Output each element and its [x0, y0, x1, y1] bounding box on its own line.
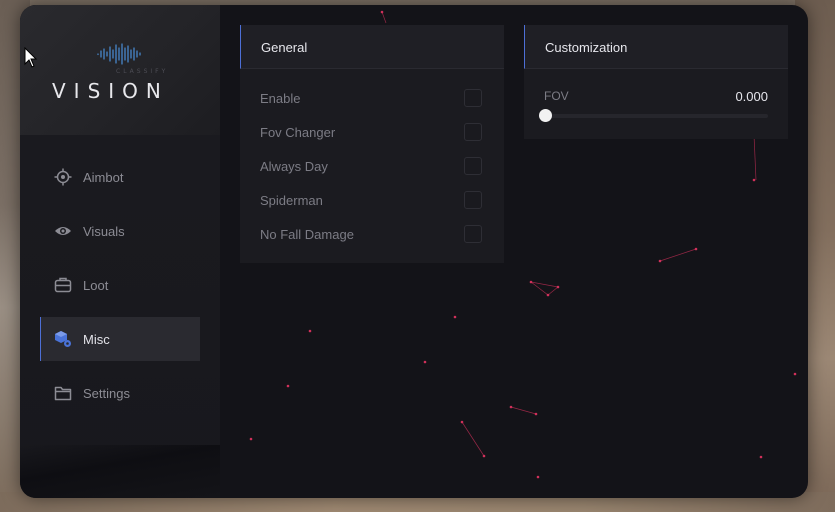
sidebar-item-label: Aimbot	[83, 169, 124, 185]
panel-title: General	[261, 40, 308, 55]
sidebar-item-label: Settings	[83, 385, 130, 401]
sidebar-item-misc[interactable]: Misc	[40, 317, 200, 361]
option-label: No Fall Damage	[260, 227, 354, 242]
fov-slider-thumb[interactable]	[538, 109, 552, 122]
sidebar-item-visuals[interactable]: Visuals	[40, 209, 200, 253]
option-label: Enable	[260, 91, 301, 106]
fov-slider-label: FOV	[544, 89, 569, 103]
fov-changer-checkbox[interactable]	[464, 123, 482, 141]
customization-panel-header: Customization	[524, 25, 788, 69]
option-row-enable: Enable	[240, 82, 504, 116]
option-row-always-day: Always Day	[240, 150, 504, 184]
sidebar-item-settings[interactable]: Settings	[40, 371, 200, 415]
crosshair-icon	[54, 168, 72, 186]
cubes-icon	[55, 331, 71, 347]
option-row-fov-changer: Fov Changer	[240, 116, 504, 150]
sidebar-item-label: Misc	[83, 331, 110, 347]
enable-checkbox[interactable]	[464, 89, 482, 107]
sidebar-item-label: Loot	[83, 277, 109, 293]
sidebar-item-aimbot[interactable]: Aimbot	[40, 155, 200, 199]
briefcase-icon	[54, 277, 72, 293]
general-panel: General Enable Fov Changer Always Day Sp…	[240, 25, 504, 263]
panel-title: Customization	[545, 40, 628, 55]
cheat-menu-window: CLASSIFY VISION Aimbot Visuals Loot Misc…	[20, 5, 808, 498]
sidebar-item-loot[interactable]: Loot	[40, 263, 200, 307]
logo-area: CLASSIFY VISION	[20, 5, 220, 135]
option-label: Spiderman	[260, 193, 323, 208]
logo-title: VISION	[52, 79, 169, 103]
spiderman-checkbox[interactable]	[464, 191, 482, 209]
option-row-no-fall-damage: No Fall Damage	[240, 218, 504, 252]
mouse-cursor-icon	[24, 47, 38, 68]
logo-fingerprint-icon	[97, 43, 141, 65]
no-fall-damage-checkbox[interactable]	[464, 225, 482, 243]
option-label: Fov Changer	[260, 125, 336, 140]
sidebar-item-label: Visuals	[83, 223, 125, 239]
option-row-spiderman: Spiderman	[240, 184, 504, 218]
customization-panel: Customization FOV 0.000	[524, 25, 788, 139]
fov-slider-value: 0.000	[735, 89, 768, 104]
option-label: Always Day	[260, 159, 328, 174]
always-day-checkbox[interactable]	[464, 157, 482, 175]
folder-icon	[54, 386, 72, 401]
sidebar-shade	[20, 445, 220, 498]
general-panel-header: General	[240, 25, 504, 69]
logo-subtitle: CLASSIFY	[116, 68, 169, 75]
fov-slider-track[interactable]	[544, 114, 768, 118]
sidebar: CLASSIFY VISION Aimbot Visuals Loot Misc…	[20, 5, 220, 498]
eye-icon	[55, 227, 71, 235]
